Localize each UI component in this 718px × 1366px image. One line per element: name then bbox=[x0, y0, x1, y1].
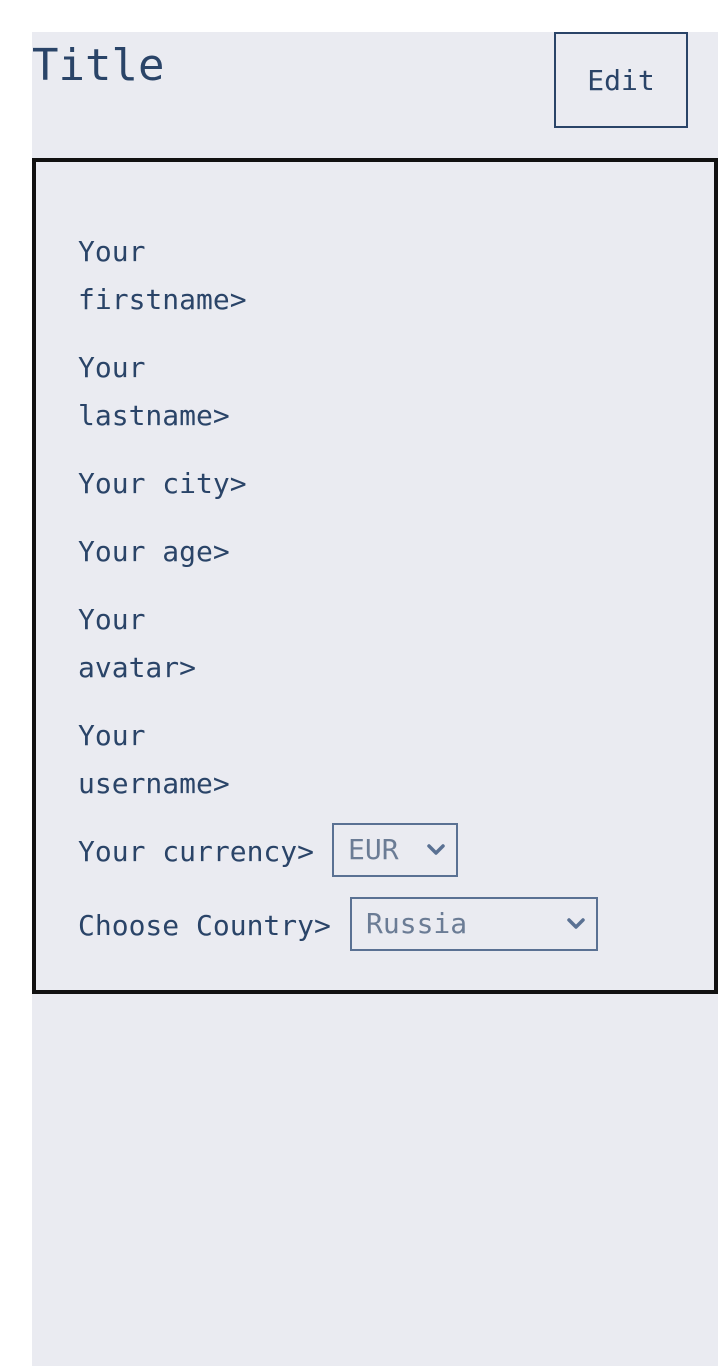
profile-form: Your firstname> Your lastname> Your city… bbox=[32, 158, 718, 994]
page-title: Title bbox=[32, 40, 165, 91]
age-label: Your age> bbox=[78, 535, 230, 568]
city-label: Your city> bbox=[78, 467, 247, 500]
lastname-label: Your lastname> bbox=[78, 351, 230, 432]
edit-button[interactable]: Edit bbox=[554, 32, 688, 128]
chevron-down-icon bbox=[427, 844, 445, 855]
username-label: Your username> bbox=[78, 719, 230, 800]
firstname-label: Your firstname> bbox=[78, 235, 247, 316]
avatar-label: Your avatar> bbox=[78, 603, 197, 684]
country-select[interactable]: Russia bbox=[350, 897, 598, 951]
chevron-down-icon bbox=[567, 918, 585, 929]
currency-label: Your currency> bbox=[78, 835, 315, 868]
main-panel: Title Edit Your firstname> Your lastname… bbox=[32, 32, 718, 1366]
country-select-value: Russia bbox=[366, 907, 468, 940]
country-label: Choose Country> bbox=[78, 909, 331, 942]
currency-select-value: EUR bbox=[348, 833, 399, 866]
currency-select[interactable]: EUR bbox=[332, 823, 458, 877]
